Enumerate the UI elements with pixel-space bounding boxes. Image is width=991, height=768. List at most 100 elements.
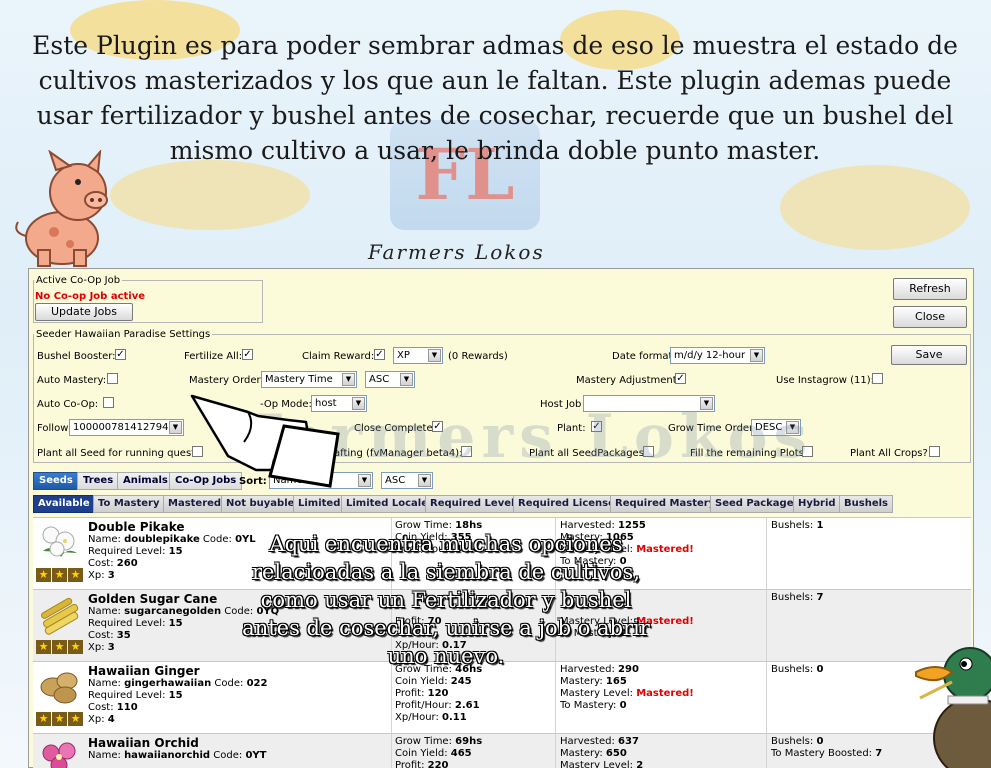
mastery-level-label: Mastery Level:	[560, 760, 634, 768]
crop-level: 15	[168, 618, 183, 629]
duck-icon	[915, 647, 991, 768]
crop-row[interactable]: Hawaiian Orchid Name: hawaiianorchid Cod…	[33, 733, 971, 768]
name-label: Name:	[88, 606, 121, 617]
name-label: Name:	[88, 534, 121, 545]
close-button[interactable]: Close	[893, 306, 967, 328]
xp-label: Xp:	[88, 714, 105, 725]
date-format-label: Date format:	[612, 351, 676, 362]
bushels-label: Bushels:	[771, 664, 814, 675]
chevron-down-icon: ▼	[428, 349, 441, 362]
column-divider	[555, 662, 556, 733]
filter-tab-limited[interactable]: Limited	[293, 495, 346, 513]
mastery-order-value: Mastery Time	[265, 374, 333, 385]
claim-reward-label: Claim Reward:	[302, 351, 375, 362]
column-divider	[766, 662, 767, 733]
overlay-annotation: Aqui encuentra muchas opciones relacioad…	[242, 532, 650, 668]
grow-time-value: 69hs	[455, 736, 483, 747]
star-icon: ★	[52, 712, 67, 726]
name-label: Name:	[88, 678, 121, 689]
filter-tab-limited-locale[interactable]: Limited Locale	[341, 495, 433, 513]
crop-level: 15	[168, 690, 183, 701]
filter-tab-available[interactable]: Available	[33, 495, 95, 513]
pointing-hand-icon	[190, 394, 340, 488]
follow-value: 100000781412794	[73, 422, 169, 433]
level-label: Required Level:	[88, 618, 166, 629]
filter-tab-required-mastery[interactable]: Required Mastery	[610, 495, 721, 513]
star-icon: ★	[36, 568, 51, 582]
bushels-value: 0	[816, 736, 824, 747]
xp-label: Xp:	[88, 570, 105, 581]
filter-tab-to-mastery[interactable]: To Mastery	[93, 495, 165, 513]
column-divider	[391, 662, 392, 733]
chevron-down-icon: ▼	[358, 474, 371, 487]
star-icon: ★	[36, 712, 51, 726]
cloud-decoration	[780, 165, 970, 250]
code-label: Code:	[213, 750, 243, 761]
mastery-adjustment-checkbox[interactable]: ✓	[675, 373, 686, 384]
bushels-label: Bushels:	[771, 592, 814, 603]
update-jobs-button[interactable]: Update Jobs	[35, 303, 133, 321]
claim-reward-checkbox[interactable]: ✓	[374, 349, 385, 360]
crop-name: sugarcanegolden	[124, 606, 222, 617]
tab-trees[interactable]: Trees	[77, 472, 120, 490]
bushels-value: 7	[816, 592, 824, 603]
refresh-button[interactable]: Refresh	[893, 278, 967, 300]
tab-seeds[interactable]: Seeds	[33, 472, 79, 490]
coin-yield-label: Coin Yield:	[395, 676, 448, 687]
auto-mastery-checkbox[interactable]	[107, 373, 118, 384]
settings-legend: Seeder Hawaiian Paradise Settings	[36, 329, 211, 340]
bushel-booster-checkbox[interactable]: ✓	[115, 349, 126, 360]
filter-tab-hybrid[interactable]: Hybrid	[793, 495, 841, 513]
crop-code: 0YT	[245, 750, 267, 761]
xp-hour-value: 0.11	[442, 712, 467, 723]
filter-tab-required-license[interactable]: Required License	[513, 495, 620, 513]
star-icon: ★	[68, 712, 83, 726]
to-mastery-label: To Mastery:	[560, 700, 617, 711]
coop-status: No Co-op Job active	[35, 291, 146, 302]
filter-tab-bushels[interactable]: Bushels	[839, 495, 893, 513]
profit-value: 220	[427, 760, 449, 768]
crop-xp: 3	[107, 570, 115, 581]
crop-code: 022	[246, 678, 268, 689]
sort-dir-select[interactable]: ASC ▼	[381, 472, 433, 489]
profit-label: Profit:	[395, 760, 425, 768]
plant-all-crops-checkbox[interactable]	[929, 446, 940, 457]
coin-yield-value: 245	[450, 676, 472, 687]
pig-icon	[15, 150, 108, 267]
mastery-stars: ★ ★ ★	[36, 568, 84, 582]
filter-tab-mastered[interactable]: Mastered	[163, 495, 227, 513]
column-divider	[391, 734, 392, 768]
save-button[interactable]: Save	[891, 345, 967, 365]
auto-mastery-label: Auto Mastery:	[37, 375, 107, 386]
use-instagrow-checkbox[interactable]	[872, 373, 883, 384]
auto-coop-label: Auto Co-Op:	[37, 399, 99, 410]
fertilize-all-checkbox[interactable]: ✓	[242, 349, 253, 360]
crop-xp: 4	[107, 714, 115, 725]
to-mastery-boosted-value: 7	[875, 748, 883, 759]
follow-select[interactable]: 100000781412794 ▼	[69, 419, 184, 436]
intro-text: Este Plugin es para poder sembrar admas …	[32, 31, 958, 165]
claim-reward-select[interactable]: XP ▼	[393, 347, 443, 364]
filter-tab-not-buyable[interactable]: Not buyable	[221, 495, 300, 513]
mastery-level-value: Mastered!	[636, 688, 694, 699]
filter-tab-seed-package[interactable]: Seed Package	[710, 495, 799, 513]
to-mastery-value: 0	[619, 700, 627, 711]
coin-yield-label: Coin Yield:	[395, 748, 448, 759]
mastery-stars: ★ ★ ★	[36, 712, 84, 726]
mastery-order-dir-select[interactable]: ASC ▼	[365, 371, 415, 388]
chevron-down-icon: ▼	[400, 373, 413, 386]
filter-tab-required-level[interactable]: Required Level	[425, 495, 520, 513]
claim-reward-value: XP	[397, 350, 410, 361]
bushels-value: 0	[816, 664, 824, 675]
date-format-select[interactable]: m/d/y 12-hour ▼	[670, 347, 765, 364]
banner: FL Este Plugin es para poder sembrar adm…	[0, 0, 991, 270]
star-icon: ★	[36, 640, 51, 654]
crop-row[interactable]: ★ ★ ★ Hawaiian Ginger Name: gingerhawaiian…	[33, 661, 971, 733]
bushels-value: 1	[816, 520, 824, 531]
mastery-value: 165	[605, 676, 627, 687]
mastery-order-label: Mastery Order:	[189, 375, 264, 386]
auto-coop-checkbox[interactable]	[103, 397, 114, 408]
profit-hour-label: Profit/Hour:	[395, 700, 452, 711]
xp-label: Xp:	[88, 642, 105, 653]
tab-animals[interactable]: Animals	[117, 472, 174, 490]
